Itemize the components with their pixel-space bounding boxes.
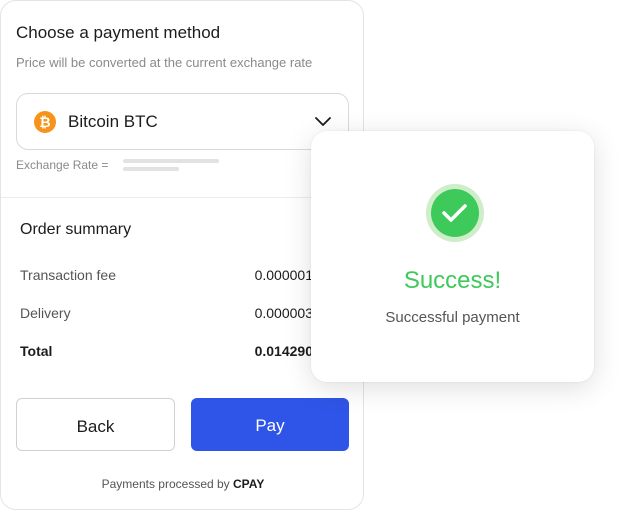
transaction-fee-label: Transaction fee: [20, 267, 116, 283]
success-card: Success! Successful payment: [311, 131, 594, 382]
order-summary-title: Order summary: [20, 221, 132, 238]
exchange-rate-label: Exchange Rate =: [16, 158, 109, 172]
pay-button[interactable]: Pay: [191, 398, 349, 451]
chevron-down-icon: [315, 117, 331, 126]
currency-select[interactable]: ₿ Bitcoin BTC: [16, 93, 349, 150]
footer-brand: CPAY: [233, 477, 265, 491]
divider: [1, 197, 363, 198]
currency-label: Bitcoin BTC: [68, 112, 158, 131]
payment-subtitle: Price will be converted at the current e…: [16, 55, 313, 70]
exchange-rate-placeholder: [123, 167, 179, 171]
delivery-label: Delivery: [20, 305, 71, 321]
total-label: Total: [20, 343, 53, 359]
success-subtitle: Successful payment: [385, 309, 520, 326]
footer-prefix: Payments processed by: [101, 477, 230, 491]
total-value: 0.014290: [254, 343, 313, 359]
delivery-value: 0.000003: [254, 305, 313, 321]
page: Choose a payment method Price will be co…: [0, 0, 621, 512]
check-icon: [426, 184, 484, 242]
bitcoin-icon: ₿: [34, 111, 56, 133]
exchange-rate-placeholder: [123, 159, 219, 163]
payment-footer: Payments processed by CPAY: [1, 477, 363, 491]
transaction-fee-value: 0.000001: [254, 267, 313, 283]
back-button[interactable]: Back: [16, 398, 175, 451]
payment-title: Choose a payment method: [16, 23, 221, 42]
payment-method-card: Choose a payment method Price will be co…: [0, 0, 364, 510]
success-title: Success!: [403, 267, 502, 294]
